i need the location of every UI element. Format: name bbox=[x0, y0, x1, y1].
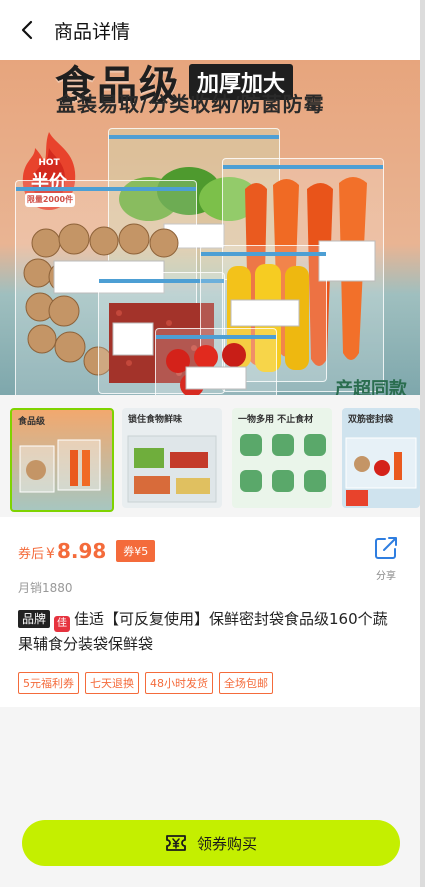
price-row: 券后 ¥ 8.98 券¥5 bbox=[18, 539, 156, 563]
brand-badge: 品牌 bbox=[18, 610, 51, 628]
price-prefix: 券后 bbox=[18, 547, 45, 562]
tag-seven-day-return: 七天退换 bbox=[85, 672, 139, 694]
coupon-badge: 券¥5 bbox=[116, 540, 156, 562]
service-tags: 5元福利券 七天退换 48小时发货 全场包邮 bbox=[18, 672, 273, 694]
monthly-sales: 月销1880 bbox=[18, 581, 73, 595]
price-value: 8.98 bbox=[56, 539, 107, 563]
thumbnail-1[interactable]: 食品级 bbox=[10, 408, 114, 512]
product-title-text: 佳适【可反复使用】保鲜密封袋食品级160个蔬果辅食分装袋保鲜袋 bbox=[18, 610, 388, 653]
tag-welfare-coupon: 5元福利券 bbox=[18, 672, 79, 694]
top-nav-bar: 商品详情 bbox=[0, 0, 420, 60]
tag-free-shipping: 全场包邮 bbox=[219, 672, 273, 694]
hot-label: HOT bbox=[38, 158, 60, 168]
product-info-card: 券后 ¥ 8.98 券¥5 分享 月销1880 品牌佳佳适【可反复使用】保鲜密封… bbox=[0, 517, 420, 707]
thumbnail-2[interactable]: 锁住食物鲜味 bbox=[122, 408, 222, 508]
buy-button-label: 领券购买 bbox=[196, 834, 257, 853]
coupon-yen-icon bbox=[166, 835, 186, 851]
scrollbar[interactable] bbox=[420, 0, 425, 887]
share-button[interactable]: 分享 bbox=[370, 535, 402, 582]
thumbnail-3[interactable]: 一物多用 不止食材 bbox=[232, 408, 332, 508]
product-main-image[interactable]: 食品级 加厚加大 盒装易取/分类收纳/防菌防霉 HOT 半价 限量2000件 产… bbox=[0, 60, 420, 395]
share-icon bbox=[375, 537, 397, 559]
claim-coupon-buy-button[interactable]: 领券购买 bbox=[22, 820, 400, 866]
thumbnail-strip: 食品级 锁住食物鲜味 一物多用 不止食材 双筋密封袋 bbox=[0, 403, 420, 515]
product-title: 品牌佳佳适【可反复使用】保鲜密封袋食品级160个蔬果辅食分装袋保鲜袋 bbox=[18, 607, 388, 656]
share-label: 分享 bbox=[376, 571, 396, 582]
tag-48h-shipping: 48小时发货 bbox=[145, 672, 213, 694]
back-arrow-icon[interactable] bbox=[18, 20, 38, 40]
thumbnail-4[interactable]: 双筋密封袋 bbox=[342, 408, 420, 508]
brand-logo-icon: 佳 bbox=[54, 616, 71, 632]
product-detail-page: 商品详情 食品级 加厚加大 盒装易取/分类收纳/防菌防霉 HOT 半价 限量20… bbox=[0, 0, 420, 887]
price-currency: ¥ bbox=[46, 546, 55, 562]
hero-subtitle: 盒装易取/分类收纳/防菌防霉 bbox=[56, 92, 325, 116]
hero-bottom-ribbon: 产超同款 bbox=[335, 379, 407, 395]
page-title: 商品详情 bbox=[54, 20, 131, 43]
bag-tomatoes-image bbox=[155, 328, 277, 395]
